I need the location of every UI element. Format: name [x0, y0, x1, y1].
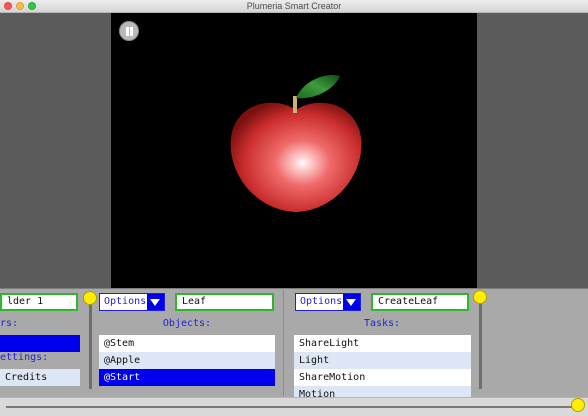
- left-settings-header: ettings:: [0, 352, 49, 363]
- chevron-down-icon[interactable]: [343, 294, 360, 310]
- list-item[interactable]: ShareMotion: [294, 369, 471, 386]
- left-vertical-slider-track[interactable]: [89, 301, 92, 389]
- right-vertical-slider-track[interactable]: [479, 301, 482, 389]
- panel-divider: [283, 290, 284, 396]
- tasks-list: ShareLight Light ShareMotion Motion: [294, 335, 471, 397]
- list-item[interactable]: Credits: [0, 369, 80, 386]
- list-item[interactable]: ShareLight: [294, 335, 471, 352]
- apple-model: [230, 74, 362, 212]
- task-name-field[interactable]: CreateLeaf: [371, 293, 469, 311]
- tasks-header: Tasks:: [363, 318, 401, 329]
- pause-icon[interactable]: [119, 21, 139, 41]
- left-list-bottom: Credits: [0, 369, 80, 386]
- list-item[interactable]: [0, 335, 80, 352]
- list-item[interactable]: @Start: [99, 369, 275, 386]
- list-item[interactable]: @Stem: [99, 335, 275, 352]
- chevron-down-icon[interactable]: [147, 294, 164, 310]
- left-list-top: [0, 335, 80, 352]
- left-name-field[interactable]: lder 1: [0, 293, 78, 311]
- left-vertical-slider-knob[interactable]: [83, 291, 97, 305]
- window-title: Plumeria Smart Creator: [246, 1, 342, 11]
- tasks-options-dropdown[interactable]: Options: [295, 293, 361, 311]
- left-panel-header: rs:: [0, 318, 19, 329]
- apple-stem: [293, 96, 297, 113]
- app-window: Plumeria Smart Creator lder 1 rs: etting…: [0, 0, 588, 416]
- title-bar: Plumeria Smart Creator: [0, 0, 588, 13]
- objects-options-dropdown[interactable]: Options: [99, 293, 165, 311]
- list-item[interactable]: @Apple: [99, 352, 275, 369]
- tasks-options-label: Options: [300, 296, 343, 307]
- apple-body: [230, 102, 362, 212]
- objects-list: @Stem @Apple @Start: [99, 335, 275, 386]
- list-item[interactable]: Motion: [294, 386, 471, 397]
- list-item[interactable]: Light: [294, 352, 471, 369]
- horizontal-slider-knob[interactable]: [571, 398, 585, 412]
- objects-options-label: Options: [104, 296, 147, 307]
- right-vertical-slider-knob[interactable]: [473, 290, 487, 304]
- apple-leaf: [296, 74, 340, 99]
- objects-header: Objects:: [162, 318, 212, 329]
- horizontal-slider-track[interactable]: [6, 406, 578, 408]
- object-name-field[interactable]: Leaf: [175, 293, 274, 311]
